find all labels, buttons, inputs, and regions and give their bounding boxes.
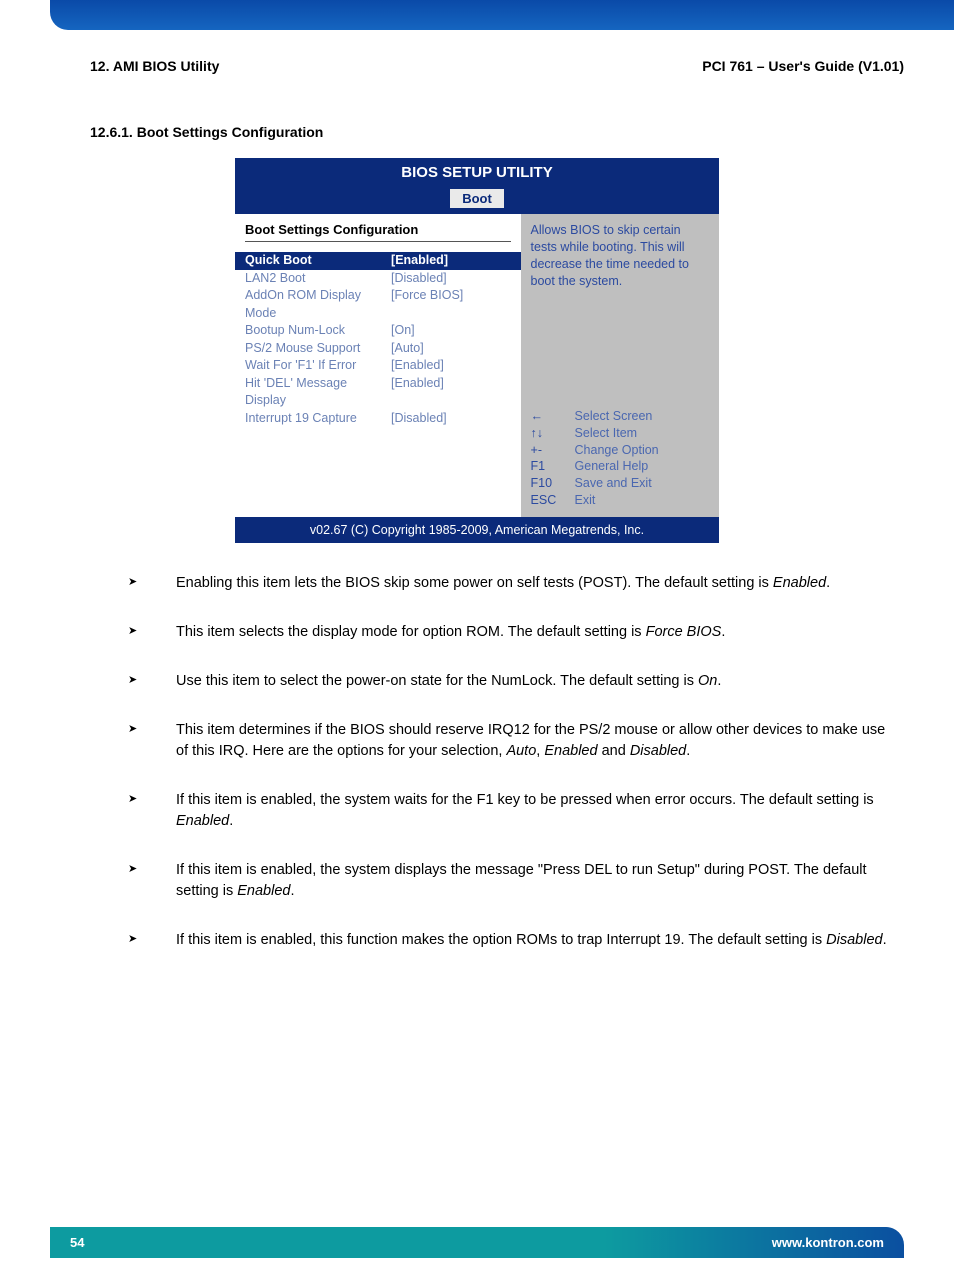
list-item: ➤ Use this item to select the power-on st… (128, 671, 894, 692)
bios-key-action: Select Item (575, 425, 638, 442)
bios-key: ↑↓ (531, 425, 565, 442)
bios-setting-label: Interrupt 19 Capture (245, 410, 391, 428)
bios-setting-label: AddOn ROM Display Mode (245, 287, 391, 322)
bios-setting-row: PS/2 Mouse Support[Auto] (245, 340, 511, 358)
bios-setting-row: Wait For 'F1' If Error[Enabled] (245, 357, 511, 375)
bios-setting-row: Bootup Num-Lock[On] (245, 322, 511, 340)
list-item-text: If this item is enabled, this function m… (176, 932, 887, 948)
bios-setting-value: [Enabled] (391, 357, 510, 375)
page: 12. AMI BIOS Utility PCI 761 – User's Gu… (0, 0, 954, 1272)
bullet-icon: ➤ (128, 575, 137, 591)
header-left: 12. AMI BIOS Utility (90, 58, 219, 74)
bullet-icon: ➤ (128, 932, 137, 948)
bullet-list: ➤ Enabling this item lets the BIOS skip s… (0, 543, 954, 951)
bios-help-panel: Allows BIOS to skip certain tests while … (521, 214, 719, 517)
list-item: ➤ If this item is enabled, the system wai… (128, 790, 894, 832)
section-title: 12.6.1. Boot Settings Configuration (0, 74, 954, 158)
bios-key: ESC (531, 492, 565, 509)
bullet-icon: ➤ (128, 722, 137, 738)
list-item: ➤ This item selects the display mode for … (128, 622, 894, 643)
list-item-text: Use this item to select the power-on sta… (176, 673, 721, 689)
bios-setting-value: [Disabled] (391, 410, 510, 428)
bios-key-action: Select Screen (575, 408, 653, 425)
bios-key-row: F10 Save and Exit (531, 475, 709, 492)
bios-key-row: ↑↓ Select Item (531, 425, 709, 442)
bios-settings-list: Quick Boot[Enabled]LAN2 Boot[Disabled]Ad… (245, 252, 511, 427)
list-item: ➤ Enabling this item lets the BIOS skip s… (128, 573, 894, 594)
bios-setting-row: Quick Boot[Enabled] (235, 252, 521, 270)
bios-setting-label: LAN2 Boot (245, 270, 391, 288)
list-item-text: If this item is enabled, the system wait… (176, 792, 874, 829)
bios-key-row: ← Select Screen (531, 408, 709, 425)
list-item: ➤ If this item is enabled, this function … (128, 930, 894, 951)
header-right: PCI 761 – User's Guide (V1.01) (702, 58, 904, 74)
footer-url: www.kontron.com (772, 1235, 884, 1250)
bios-left-panel: Boot Settings Configuration Quick Boot[E… (235, 214, 521, 517)
bios-key-action: Exit (575, 492, 596, 509)
top-decorative-bar (50, 0, 954, 30)
bios-key-action: Change Option (575, 442, 659, 459)
bios-footer: v02.67 (C) Copyright 1985-2009, American… (235, 517, 719, 543)
bios-tab-boot: Boot (450, 189, 504, 208)
bios-setting-label: Quick Boot (245, 252, 391, 270)
bios-key: +- (531, 442, 565, 459)
header-row: 12. AMI BIOS Utility PCI 761 – User's Gu… (0, 30, 954, 74)
bios-key-row: ESC Exit (531, 492, 709, 509)
bullet-icon: ➤ (128, 792, 137, 808)
bios-key-legend: ← Select Screen ↑↓ Select Item +- Change Opti… (531, 408, 709, 509)
bios-setting-row: AddOn ROM Display Mode[Force BIOS] (245, 287, 511, 322)
bullet-icon: ➤ (128, 862, 137, 878)
bios-setting-value: [Auto] (391, 340, 510, 358)
bios-setting-row: Hit 'DEL' Message Display[Enabled] (245, 375, 511, 410)
bios-key: F10 (531, 475, 565, 492)
bios-setting-value: [Disabled] (391, 270, 510, 288)
bios-key: F1 (531, 458, 565, 475)
bios-left-inner: Boot Settings Configuration Quick Boot[E… (235, 214, 521, 517)
bios-setting-label: Bootup Num-Lock (245, 322, 391, 340)
page-footer-bar: 54 www.kontron.com (50, 1227, 904, 1258)
bios-body: Boot Settings Configuration Quick Boot[E… (235, 214, 719, 517)
bios-setting-label: Wait For 'F1' If Error (245, 357, 391, 375)
bios-setting-value: [Force BIOS] (391, 287, 510, 322)
bios-setting-row: Interrupt 19 Capture[Disabled] (245, 410, 511, 428)
bios-help-text: Allows BIOS to skip certain tests while … (531, 222, 709, 290)
bios-tab-row: Boot (235, 183, 719, 214)
bios-setting-value: [On] (391, 322, 510, 340)
list-item: ➤ This item determines if the BIOS should… (128, 720, 894, 762)
list-item: ➤ If this item is enabled, the system dis… (128, 860, 894, 902)
bios-setting-value: [Enabled] (391, 375, 510, 410)
bios-key-row: +- Change Option (531, 442, 709, 459)
bullet-icon: ➤ (128, 624, 137, 640)
bios-screenshot: BIOS SETUP UTILITY Boot Boot Settings Co… (235, 158, 719, 543)
bios-panel-title: Boot Settings Configuration (245, 222, 511, 242)
bios-setting-value: [Enabled] (391, 252, 510, 270)
list-item-text: This item selects the display mode for o… (176, 624, 725, 640)
list-item-text: Enabling this item lets the BIOS skip so… (176, 575, 830, 591)
bios-title: BIOS SETUP UTILITY (235, 158, 719, 183)
bios-key-row: F1 General Help (531, 458, 709, 475)
bios-key-action: General Help (575, 458, 649, 475)
bios-setting-label: PS/2 Mouse Support (245, 340, 391, 358)
bios-key: ← (531, 408, 565, 425)
bios-key-action: Save and Exit (575, 475, 652, 492)
list-item-text: If this item is enabled, the system disp… (176, 862, 867, 899)
list-item-text: This item determines if the BIOS should … (176, 722, 885, 759)
page-number: 54 (70, 1235, 84, 1250)
bullet-icon: ➤ (128, 673, 137, 689)
bios-setting-row: LAN2 Boot[Disabled] (245, 270, 511, 288)
bios-setting-label: Hit 'DEL' Message Display (245, 375, 391, 410)
